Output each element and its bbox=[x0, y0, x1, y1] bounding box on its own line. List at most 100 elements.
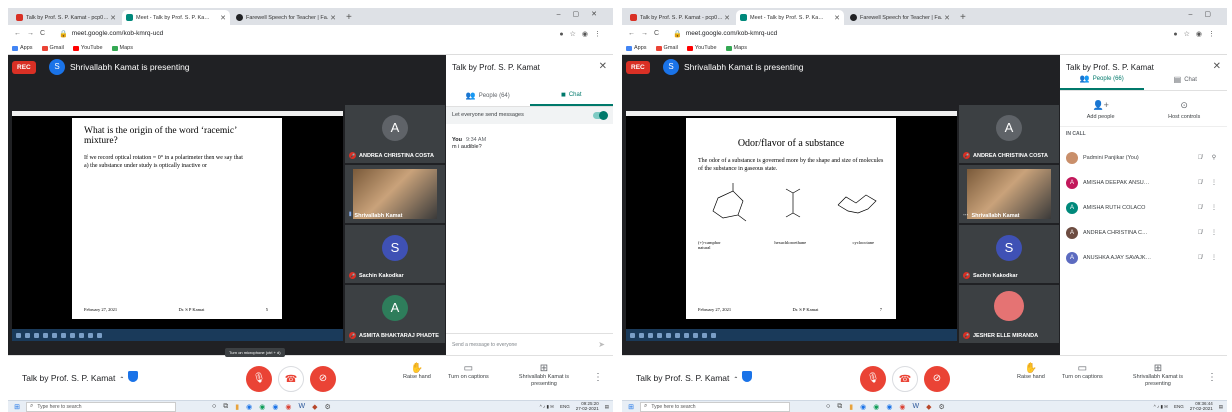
windows-start-icon[interactable]: ⊞ bbox=[624, 403, 638, 411]
camera-off-button[interactable]: ⊘ bbox=[310, 366, 336, 392]
browser-actions[interactable]: ●☆◉⋮ bbox=[1173, 30, 1221, 38]
taskbar-search[interactable]: ⌕ Type here to search bbox=[26, 401, 176, 412]
taskbar-search[interactable]: ⌕ Type here to search bbox=[640, 401, 790, 412]
participant-tile[interactable]: S 🎤 Sachin Kakodkar bbox=[345, 225, 445, 283]
notification-icon[interactable]: ▤ bbox=[605, 404, 609, 410]
task-view-icon[interactable]: ⧉ bbox=[837, 403, 842, 411]
app-icon[interactable]: ▮ bbox=[235, 403, 239, 411]
bookmark-apps[interactable]: Apps bbox=[626, 45, 647, 51]
chrome-icon[interactable]: ◉ bbox=[272, 403, 278, 411]
clock[interactable]: 09:36:44 27-02-2021 bbox=[1190, 401, 1213, 411]
participant-tile[interactable]: 🎤 JESHER ELLE MIRANDA bbox=[959, 285, 1059, 343]
clock[interactable]: 09:25:20 27-02-2021 bbox=[576, 401, 599, 411]
windows-start-icon[interactable]: ⊞ bbox=[10, 403, 24, 411]
app-icon[interactable]: ◉ bbox=[873, 403, 879, 411]
app-icon[interactable]: ◆ bbox=[926, 403, 931, 411]
browser-tab[interactable]: Talk by Prof. S. P. Kamat - pcp0… ✕ bbox=[626, 10, 734, 25]
presenting-button[interactable]: ⊞ Shrivallabh Kamat is presenting bbox=[1127, 364, 1189, 388]
app-icon[interactable]: ◉ bbox=[259, 403, 265, 411]
bookmark-apps[interactable]: Apps bbox=[12, 45, 33, 51]
browser-tab[interactable]: Farewell Speech for Teacher | Fa… ✕ bbox=[232, 10, 340, 25]
browser-tab-active[interactable]: Meet - Talk by Prof. S. P. Ka… ✕ bbox=[122, 10, 230, 25]
new-tab-button[interactable]: + bbox=[346, 10, 352, 25]
word-icon[interactable]: W bbox=[913, 403, 920, 411]
participant-tile[interactable]: A 🎤 ANDREA CHRISTINA COSTA bbox=[345, 105, 445, 163]
app-icon[interactable]: ◉ bbox=[246, 403, 252, 411]
list-item[interactable]: A ANUSHKA AJAY SAVAJK… 🎙̸ ⋮ bbox=[1066, 245, 1221, 270]
window-controls[interactable]: –▢ bbox=[1188, 10, 1223, 18]
close-icon[interactable]: ✕ bbox=[220, 14, 226, 22]
participant-tile[interactable]: S 🎤 Sachin Kakodkar bbox=[959, 225, 1059, 283]
tab-chat[interactable]: ■ Chat bbox=[529, 85, 613, 106]
allow-messages-toggle[interactable] bbox=[593, 111, 608, 120]
send-icon[interactable]: ➤ bbox=[598, 340, 605, 349]
tab-people[interactable]: 👥 People (66) bbox=[1060, 69, 1144, 90]
more-options-icon[interactable]: ⋮ bbox=[1207, 372, 1217, 383]
more-options-icon[interactable]: ⋮ bbox=[1207, 179, 1221, 186]
cortana-icon[interactable]: ○ bbox=[212, 403, 216, 411]
chat-input[interactable]: Send a message to everyone ➤ bbox=[446, 333, 613, 355]
captions-button[interactable]: ▭ Turn on captions bbox=[1062, 364, 1103, 381]
pin-icon[interactable]: ⚲ bbox=[1207, 154, 1221, 161]
shield-icon[interactable] bbox=[128, 371, 138, 382]
list-item[interactable]: Padmini Panjikar (You) 🎙̸ ⚲ bbox=[1066, 145, 1221, 170]
browser-actions[interactable]: ●☆◉⋮ bbox=[559, 30, 607, 38]
chrome-icon[interactable]: ◉ bbox=[886, 403, 892, 411]
shield-icon[interactable] bbox=[742, 371, 752, 382]
tray-icons[interactable]: ^ ♪ ▮ ✉ bbox=[1154, 404, 1168, 410]
app-icon[interactable]: ◆ bbox=[312, 403, 317, 411]
raise-hand-button[interactable]: ✋ Raise hand bbox=[1017, 364, 1045, 381]
browser-tab[interactable]: Farewell Speech for Teacher | Fa… ✕ bbox=[846, 10, 954, 25]
close-icon[interactable]: ✕ bbox=[724, 14, 730, 22]
add-people-button[interactable]: 👤+ Add people bbox=[1087, 100, 1115, 120]
word-icon[interactable]: W bbox=[299, 403, 306, 411]
close-icon[interactable]: ✕ bbox=[599, 61, 607, 72]
more-options-icon[interactable]: ⋮ bbox=[1207, 254, 1221, 261]
task-view-icon[interactable]: ⧉ bbox=[223, 403, 228, 411]
browser-tab[interactable]: Talk by Prof. S. P. Kamat - pcp0… ✕ bbox=[12, 10, 120, 25]
cortana-icon[interactable]: ○ bbox=[826, 403, 830, 411]
tab-chat[interactable]: ▤ Chat bbox=[1144, 69, 1228, 90]
bookmark-maps[interactable]: Maps bbox=[725, 45, 747, 51]
more-options-icon[interactable]: ⋮ bbox=[1207, 229, 1221, 236]
more-options-icon[interactable]: ⋮ bbox=[1207, 204, 1221, 211]
settings-icon[interactable]: ⚙ bbox=[325, 403, 331, 411]
close-icon[interactable]: ✕ bbox=[330, 14, 336, 22]
list-item[interactable]: A ANDREA CHRISTINA C… 🎙̸ ⋮ bbox=[1066, 220, 1221, 245]
bookmark-gmail[interactable]: Gmail bbox=[655, 45, 678, 51]
tab-people[interactable]: 👥 People (64) bbox=[446, 85, 530, 106]
tray-icons[interactable]: ^ ♪ ▮ ✉ bbox=[540, 404, 554, 410]
captions-button[interactable]: ▭ Turn on captions bbox=[448, 364, 489, 381]
participant-tile[interactable]: A 🎤 ASMITA BHAKTARAJ PHADTE bbox=[345, 285, 445, 343]
taskbar-apps[interactable]: ○ ⧉ ▮ ◉ ◉ ◉ ◉ W ◆ ⚙ bbox=[826, 403, 945, 411]
bookmark-youtube[interactable]: YouTube bbox=[72, 45, 103, 51]
notification-icon[interactable]: ▤ bbox=[1219, 404, 1223, 410]
mic-off-button[interactable]: 🎙 bbox=[246, 366, 272, 392]
url-field[interactable]: meet.google.com/kob-kmrq-ucd bbox=[686, 30, 1174, 37]
camera-off-button[interactable]: ⊘ bbox=[924, 366, 950, 392]
presenting-button[interactable]: ⊞ Shrivallabh Kamat is presenting bbox=[513, 364, 575, 388]
chrome-icon[interactable]: ◉ bbox=[285, 403, 291, 411]
leave-call-button[interactable]: ☎ bbox=[892, 366, 918, 392]
list-item[interactable]: A AMISHA DEEPAK ANSU… 🎙̸ ⋮ bbox=[1066, 170, 1221, 195]
nav-buttons[interactable]: ←→C bbox=[628, 30, 665, 37]
chrome-icon[interactable]: ◉ bbox=[899, 403, 905, 411]
host-controls-button[interactable]: ⊙ Host controls bbox=[1168, 100, 1200, 120]
taskbar-apps[interactable]: ○ ⧉ ▮ ◉ ◉ ◉ ◉ W ◆ ⚙ bbox=[212, 403, 331, 411]
app-icon[interactable]: ▮ bbox=[849, 403, 853, 411]
close-icon[interactable]: ✕ bbox=[944, 14, 950, 22]
participant-tile[interactable]: A 🎤 ANDREA CHRISTINA COSTA bbox=[959, 105, 1059, 163]
mic-off-button[interactable]: 🎙 bbox=[860, 366, 886, 392]
meeting-title[interactable]: Talk by Prof. S. P. Kamat ⌃ bbox=[636, 373, 738, 383]
bookmark-youtube[interactable]: YouTube bbox=[686, 45, 717, 51]
close-icon[interactable]: ✕ bbox=[834, 14, 840, 22]
window-controls[interactable]: –▢✕ bbox=[557, 10, 609, 18]
raise-hand-button[interactable]: ✋ Raise hand bbox=[403, 364, 431, 381]
bookmark-gmail[interactable]: Gmail bbox=[41, 45, 64, 51]
more-options-icon[interactable]: ⋮ bbox=[593, 372, 603, 383]
nav-buttons[interactable]: ←→C bbox=[14, 30, 51, 37]
settings-icon[interactable]: ⚙ bbox=[939, 403, 945, 411]
participant-tile[interactable]: ⋯ Shrivallabh Kamat bbox=[959, 165, 1059, 223]
list-item[interactable]: A AMISHA RUTH COLACO 🎙̸ ⋮ bbox=[1066, 195, 1221, 220]
url-field[interactable]: meet.google.com/kob-kmrq-ucd bbox=[72, 30, 560, 37]
